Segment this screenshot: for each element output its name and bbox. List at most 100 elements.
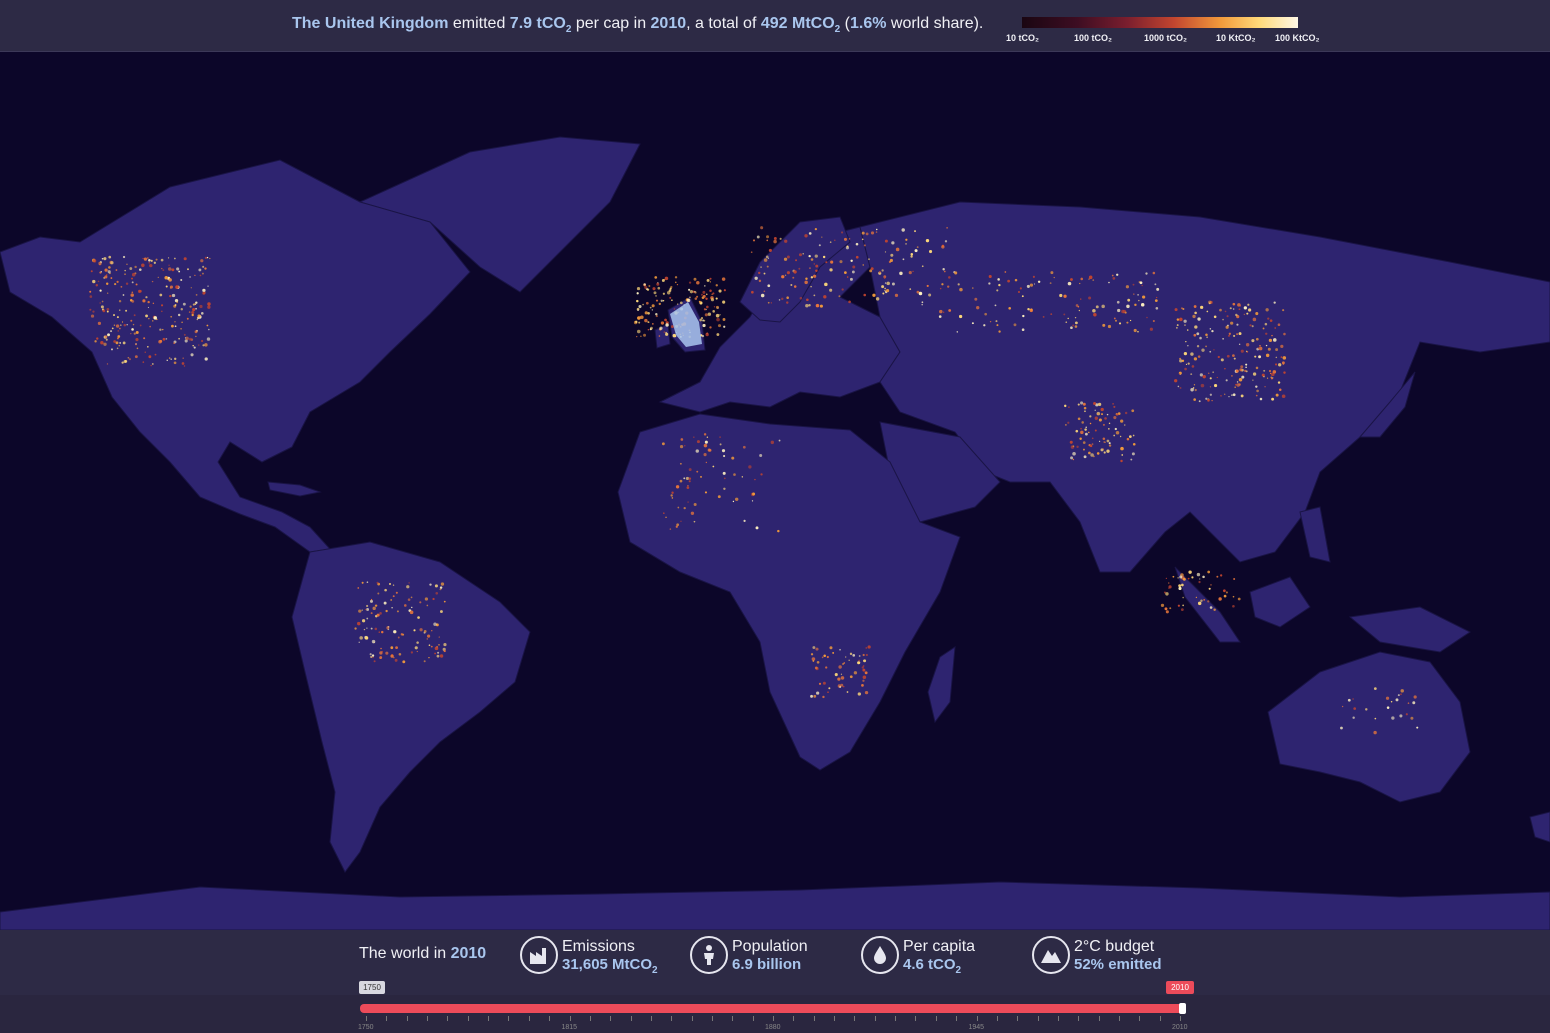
timeline-knob[interactable] [1179,1003,1186,1014]
emission-dot [1130,458,1133,461]
emission-dot [891,241,895,245]
emission-dot [423,629,427,633]
emission-dot [839,260,843,264]
emission-dot [971,322,974,325]
emission-dot [150,259,153,262]
emission-dot [357,621,361,626]
emission-dot [90,270,93,273]
timeline-tick [528,1016,530,1021]
emission-dot [100,305,104,309]
emission-dot [676,523,680,527]
emission-dot [138,289,142,293]
emission-dot [773,239,777,244]
emission-dot [988,274,992,279]
emission-dot [1132,283,1135,286]
emission-dot [173,361,177,365]
emission-dot [1218,597,1222,601]
emission-dot [1077,417,1081,421]
emission-dot [1155,307,1159,310]
emission-dot [1265,308,1269,312]
emission-dot [851,270,855,274]
emission-dot [1245,350,1248,353]
emission-dot [190,287,192,289]
emission-dot [683,477,686,480]
emission-dot [1206,310,1209,313]
emission-dot [651,323,654,325]
emission-dot [1080,427,1082,430]
timeline-start-handle[interactable]: 1750 [359,981,385,994]
emission-dot [1374,717,1377,720]
emission-dot [651,304,655,308]
emission-dot [810,653,814,656]
emission-dot [153,316,157,320]
emission-dot [192,307,196,312]
emission-dot [1167,582,1170,584]
emission-dot [1179,575,1183,579]
emission-dot [201,272,204,275]
emission-dot [799,296,803,300]
emission-dot [1070,326,1073,330]
emission-dot [1120,446,1124,451]
emission-dot [400,633,404,636]
emission-dot [1165,577,1168,580]
emission-dot [1117,308,1121,313]
emission-dot [1108,422,1111,425]
emission-dot [741,476,744,478]
emission-dot [1224,368,1226,370]
emission-dot [679,479,683,483]
emission-dot [396,610,399,613]
world-emissions-map[interactable] [0,52,1550,930]
timeline-track[interactable] [360,1004,1184,1013]
emission-dot [1229,307,1232,310]
emission-dot [703,453,707,457]
emission-dot [117,330,119,332]
emission-dot [192,345,194,347]
emission-dot [107,333,110,337]
emission-dot [1152,319,1155,323]
emission-dot [783,257,788,261]
timeline-tick [549,1016,551,1021]
emission-dot [1187,362,1190,365]
emission-dot [658,302,662,306]
emission-dot [706,305,709,309]
emission-dot [125,309,128,312]
timeline-end-handle[interactable]: 2010 [1166,981,1194,994]
emission-dot [1235,313,1238,317]
emission-dot [812,660,815,662]
emission-dot [1152,271,1156,275]
emission-dot [822,681,826,685]
emission-dot [943,311,945,313]
emission-dot [126,263,128,265]
timeline-tick [406,1016,408,1021]
timeline-tick [691,1016,693,1021]
emission-dot [147,257,149,259]
emission-dot [925,239,930,243]
emission-dot [905,243,907,245]
emission-dot [748,465,752,469]
emission-dot [434,652,437,655]
emission-dot [1146,316,1148,319]
emission-dot [94,340,97,343]
emission-dot [1088,275,1093,280]
emission-dot [1254,355,1257,358]
emission-dot [1091,443,1094,446]
emission-dot [1205,397,1208,400]
emission-dot [954,271,958,275]
emission-dot [1131,452,1135,456]
emission-dot [162,269,165,272]
emission-dot [655,299,659,302]
emission-dot [665,516,667,519]
emission-dot [128,358,131,361]
emission-dot [1400,689,1404,693]
emission-dot [972,287,974,289]
emission-dot [1070,278,1073,281]
emission-dot [1113,416,1117,420]
top-bar: The United Kingdom emitted 7.9 tCO2 per … [0,0,1550,52]
emission-dot [117,335,121,338]
country-name[interactable]: The United Kingdom [292,15,448,32]
emission-dot [369,599,373,603]
emission-dot [786,296,789,299]
emission-dot [1185,363,1188,365]
emission-dot [1113,317,1116,320]
emission-dot [206,256,209,259]
